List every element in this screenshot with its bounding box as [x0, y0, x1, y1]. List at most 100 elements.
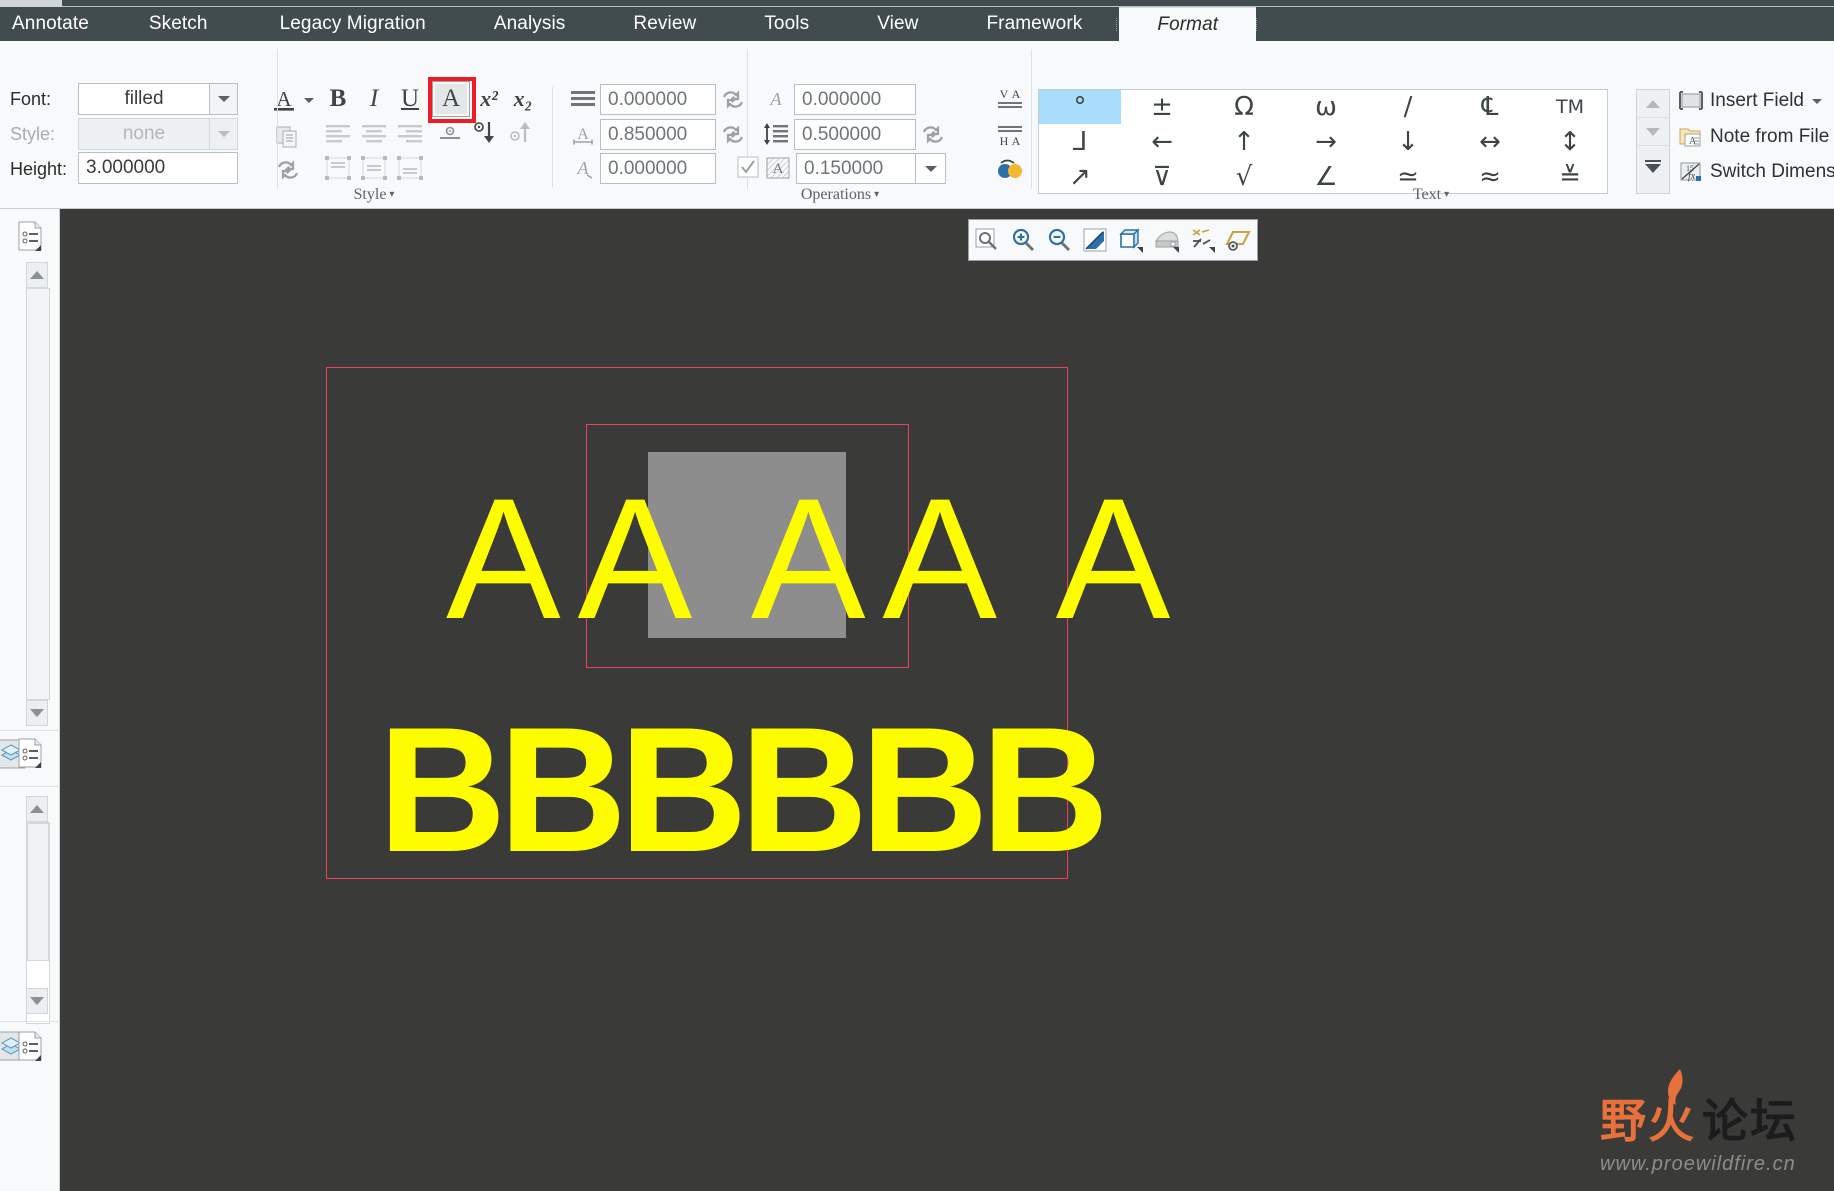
refit-button[interactable] — [1077, 223, 1113, 257]
line-spacing-value: 0.000000 — [608, 88, 688, 110]
style-select[interactable]: none — [78, 118, 210, 150]
align-right-icon — [398, 125, 422, 143]
slant-angle-input[interactable]: 0.000000 — [600, 153, 716, 184]
text-width-reset-button[interactable] — [718, 120, 748, 148]
symbol-centerline[interactable]: ℄ — [1449, 90, 1531, 124]
line-spacing-reset-button[interactable] — [718, 85, 748, 113]
tree-scrollbar-1[interactable] — [26, 288, 50, 700]
appearance-button[interactable] — [1149, 223, 1185, 257]
symbol-degree[interactable]: ° — [1039, 90, 1121, 124]
symbol-omega-upper[interactable]: Ω — [1203, 90, 1285, 124]
symbol-arrow-down[interactable]: ↓ — [1367, 124, 1449, 159]
note-from-file-button[interactable]: A Note from File — [1678, 123, 1829, 151]
ribbon-group-style: B I U A x² x₂ 0.000000 A 0.850000 A 0.00… — [320, 41, 748, 209]
tab-legacy-migration[interactable]: Legacy Migration — [246, 7, 460, 41]
box-align-middle-button[interactable] — [356, 153, 392, 183]
superscript-button[interactable]: x² — [472, 83, 506, 115]
tab-annotate[interactable]: Annotate — [0, 7, 111, 41]
tab-sketch[interactable]: Sketch — [111, 7, 246, 41]
line-spacing-input[interactable]: 0.000000 — [600, 84, 716, 115]
italic-button[interactable]: I — [356, 83, 392, 115]
layer-scroll-thumb[interactable] — [27, 823, 49, 961]
model-tree-icon[interactable] — [14, 1029, 48, 1063]
note-text-line-1[interactable]: A A A A A — [446, 473, 1170, 645]
zoom-out-button[interactable] — [1041, 223, 1077, 257]
tree-scroll-up-button[interactable] — [26, 262, 48, 288]
char-angle-input[interactable]: 0.000000 — [794, 84, 916, 115]
align-center-button[interactable] — [356, 119, 392, 149]
box-align-top-button[interactable] — [320, 153, 356, 183]
symbol-arrow-updown[interactable]: ↕ — [1531, 124, 1609, 159]
palette-scroll-up-button[interactable] — [1637, 90, 1669, 118]
baseline-up-button[interactable] — [504, 117, 540, 149]
tree-scroll-down-button[interactable] — [26, 700, 48, 726]
symbol-arrow-right[interactable]: → — [1285, 124, 1367, 159]
style-dropdown-button[interactable] — [210, 118, 238, 150]
underline-button[interactable]: U — [392, 83, 428, 115]
symbol-arrow-up[interactable]: ↑ — [1203, 124, 1285, 159]
align-center-icon — [362, 125, 386, 143]
model-tree-icon[interactable] — [14, 736, 48, 770]
margin-checkbox[interactable] — [736, 154, 760, 180]
insert-field-button[interactable]: Insert Field — [1678, 87, 1822, 115]
model-tree-icon[interactable] — [14, 219, 48, 253]
line-spacing-icon-wrap — [568, 85, 598, 113]
subscript-button[interactable]: x₂ — [506, 83, 540, 115]
height-input[interactable]: 3.000000 — [78, 152, 238, 184]
text-color-dropdown[interactable] — [300, 91, 318, 109]
display-style-button[interactable] — [1113, 223, 1149, 257]
symbol-arrow-leftright[interactable]: ↔ — [1449, 124, 1531, 159]
symbol-plusminus[interactable]: ± — [1121, 90, 1203, 124]
margin-value: 0.150000 — [804, 157, 884, 179]
layer-scroll-down-button[interactable] — [26, 988, 48, 1014]
margin-dropdown-button[interactable] — [916, 153, 946, 184]
tab-tools[interactable]: Tools — [730, 7, 843, 41]
datum-display-button[interactable] — [1185, 223, 1221, 257]
tab-analysis[interactable]: Analysis — [460, 7, 600, 41]
stack-text-button[interactable]: V A — [990, 83, 1030, 115]
stack-below-button[interactable]: H A — [990, 119, 1030, 151]
op-line-spacing-icon-wrap — [760, 120, 792, 148]
align-left-button[interactable] — [320, 119, 356, 149]
font-select[interactable]: filled — [78, 83, 210, 115]
op-line-spacing-input[interactable]: 0.500000 — [794, 119, 916, 150]
chevron-down-icon[interactable] — [1811, 98, 1822, 104]
text-width-input[interactable]: 0.850000 — [600, 119, 716, 150]
layer-scroll-up-button[interactable] — [26, 796, 48, 822]
margin-input[interactable]: 0.150000 — [796, 153, 916, 184]
op-line-spacing-reset-button[interactable] — [918, 120, 948, 148]
box-align-bottom-button[interactable] — [392, 153, 428, 183]
symbol-omega-lower[interactable]: ω — [1285, 90, 1367, 124]
zoom-in-button[interactable] — [1005, 223, 1041, 257]
graphics-canvas[interactable]: A A A A A BBBBBB 野 火 论 坛 www.proewildfir… — [60, 209, 1834, 1191]
style-group-label: Style ▾ — [0, 186, 748, 204]
bold-button[interactable]: B — [320, 83, 356, 115]
tab-format[interactable]: Format — [1119, 7, 1257, 41]
chevron-down-icon[interactable]: ▾ — [389, 189, 394, 200]
symbol-trademark[interactable]: TM — [1531, 90, 1609, 124]
tab-review[interactable]: Review — [599, 7, 730, 41]
align-right-button[interactable] — [392, 119, 428, 149]
symbol-partline[interactable]: ⅃ — [1039, 124, 1121, 159]
note-text-line-2[interactable]: BBBBBB — [378, 701, 1109, 879]
watermark-chinese-3: 论 — [1702, 1094, 1750, 1148]
tab-framework[interactable]: Framework — [952, 7, 1116, 41]
chevron-down-icon — [217, 131, 230, 137]
symbol-arrow-left[interactable]: ← — [1121, 124, 1203, 159]
chevron-down-icon[interactable]: ▾ — [874, 189, 879, 200]
symbol-slash[interactable]: / — [1367, 90, 1449, 124]
tab-view[interactable]: View — [843, 7, 952, 41]
switch-dimension-button[interactable]: 15 fx Switch Dimensi — [1678, 158, 1834, 186]
baseline-bottom-button[interactable] — [432, 119, 468, 149]
text-color-button[interactable]: A — [268, 85, 300, 115]
text-style-button[interactable]: A — [432, 81, 470, 117]
zoom-area-button[interactable] — [969, 223, 1005, 257]
text-symbol-button[interactable] — [990, 154, 1030, 186]
annotation-display-button[interactable] — [1221, 223, 1257, 257]
tab-label: Review — [633, 13, 697, 34]
chevron-down-icon[interactable]: ▾ — [1444, 189, 1449, 200]
palette-scroll-down-button[interactable] — [1637, 118, 1669, 146]
font-dropdown-button[interactable] — [210, 83, 238, 115]
baseline-down-button[interactable] — [468, 117, 504, 149]
symbol-palette-scrollbar[interactable] — [1636, 89, 1670, 194]
